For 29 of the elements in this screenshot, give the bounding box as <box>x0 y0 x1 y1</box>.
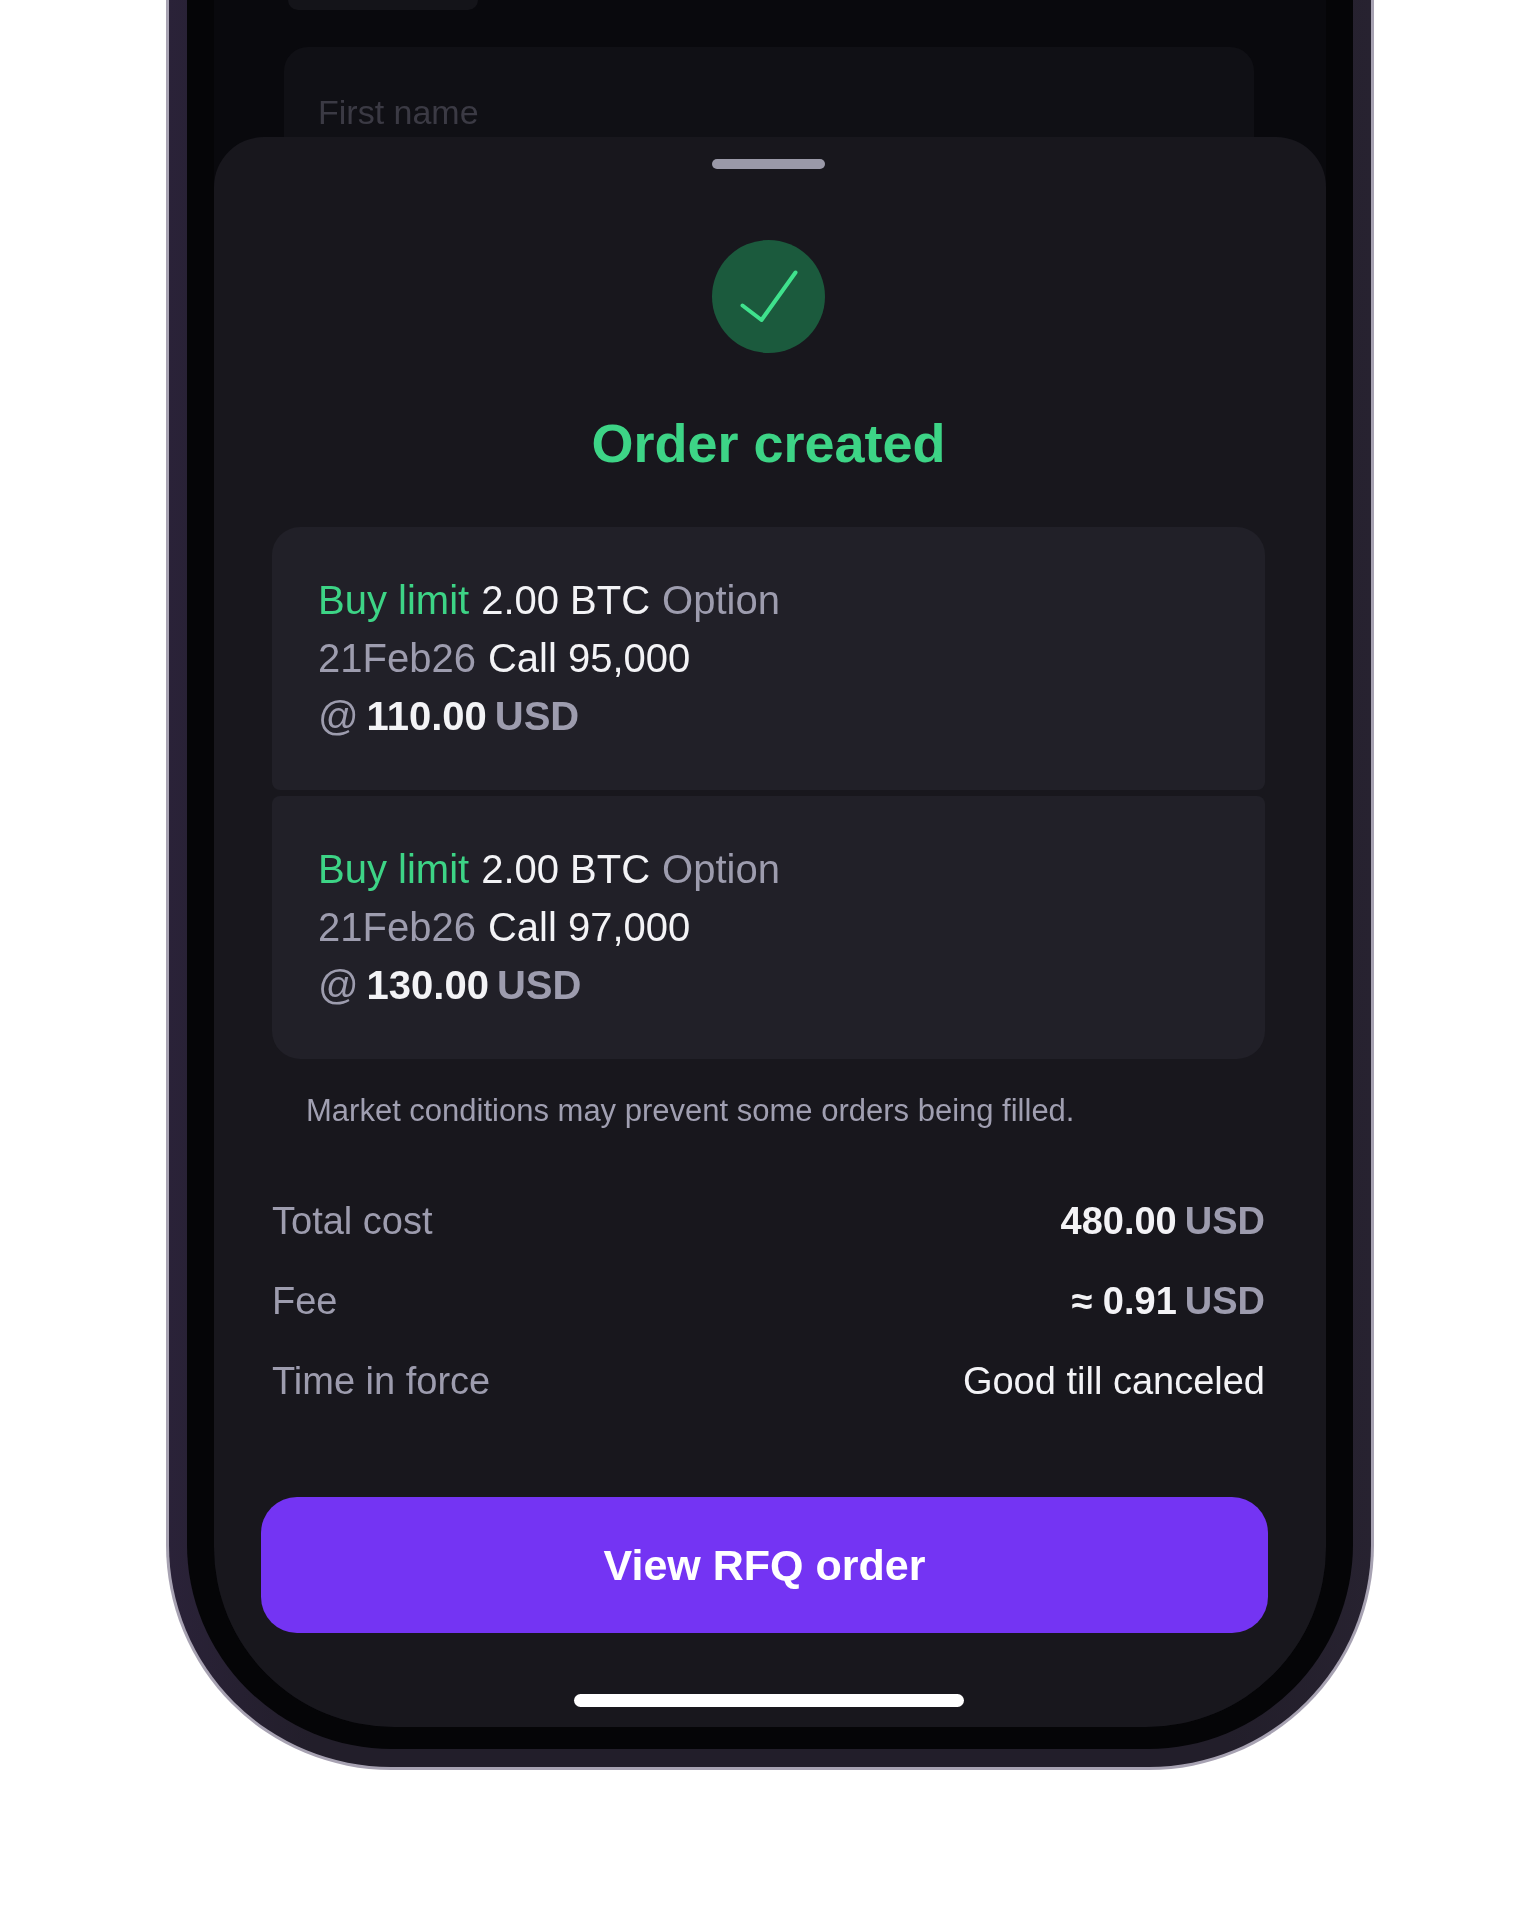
currency-label: USD <box>1184 1199 1265 1243</box>
order-side: Buy limit <box>318 846 470 893</box>
summary-amount: ≈ 0.91 <box>1071 1279 1177 1323</box>
sheet-title: Order created <box>591 412 946 475</box>
checkmark-icon <box>712 240 825 353</box>
limit-price: 110.00 <box>366 693 487 740</box>
order-quantity: 2.00 BTC <box>481 846 651 893</box>
info-note: Market conditions may prevent some orders being filled. <box>306 1092 1075 1130</box>
summary-label: Fee <box>272 1279 338 1323</box>
summary-label: Time in force <box>272 1359 491 1403</box>
currency-label: USD <box>1184 1279 1265 1323</box>
summary-amount: 480.00 <box>1060 1199 1177 1243</box>
at-sign: @ <box>318 962 359 1009</box>
summary-value: Good till canceled <box>962 1359 1265 1403</box>
view-order-button[interactable]: View RFQ order <box>261 1497 1268 1633</box>
expiry-date: 21Feb26 <box>318 635 476 682</box>
price-currency: USD <box>494 693 580 740</box>
price-currency: USD <box>496 962 582 1009</box>
instrument-type: Option <box>662 577 780 624</box>
option-contract: Call 97,000 <box>487 904 691 951</box>
option-contract: Call 95,000 <box>487 635 691 682</box>
limit-price: 130.00 <box>366 962 489 1009</box>
at-sign: @ <box>318 693 359 740</box>
expiry-date: 21Feb26 <box>318 904 476 951</box>
summary-label: Total cost <box>272 1199 433 1243</box>
instrument-type: Option <box>662 846 780 893</box>
order-side: Buy limit <box>318 577 470 624</box>
order-quantity: 2.00 BTC <box>481 577 651 624</box>
drag-handle[interactable] <box>712 159 825 169</box>
